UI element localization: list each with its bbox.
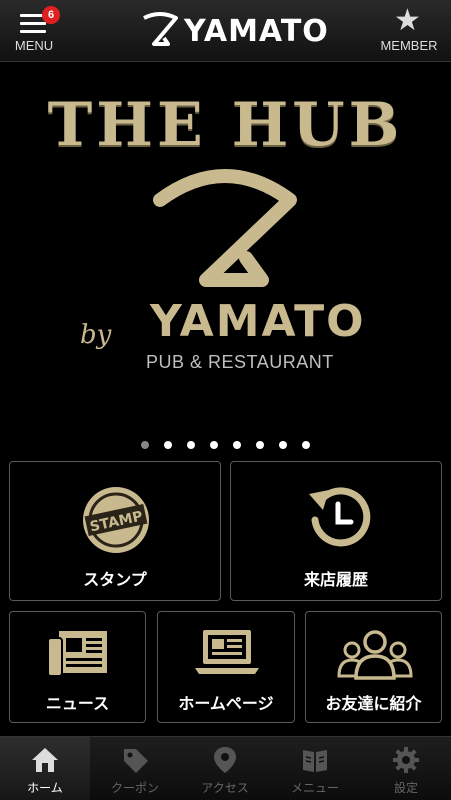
- map-pin-icon: [214, 747, 236, 773]
- hero-subtitle: PUB & RESTAURANT: [146, 352, 334, 372]
- tab-settings[interactable]: 設定: [361, 737, 451, 800]
- laptop-icon: [195, 630, 259, 674]
- tab-home[interactable]: ホーム: [0, 737, 90, 800]
- stamp-label: スタンプ: [83, 570, 147, 589]
- carousel-dot[interactable]: [209, 441, 218, 449]
- stamp-icon: STAMP: [83, 487, 149, 553]
- yamato-emblem-icon: [153, 169, 297, 287]
- member-button[interactable]: ★ MEMBER: [372, 6, 446, 56]
- star-icon: ★: [394, 3, 421, 38]
- invite-friend-label: お友達に紹介: [325, 694, 422, 713]
- tab-access[interactable]: アクセス: [180, 737, 270, 800]
- homepage-label: ホームページ: [178, 694, 274, 713]
- bottom-tab-bar: ホーム クーポン アクセス メニュー 設定: [0, 736, 451, 800]
- tab-home-label: ホーム: [27, 781, 63, 795]
- tab-settings-label: 設定: [393, 781, 418, 795]
- friends-icon: [337, 630, 413, 680]
- carousel-dot[interactable]: [186, 441, 195, 449]
- menu-button[interactable]: 6 MENU: [8, 6, 60, 56]
- newspaper-icon: [47, 629, 109, 677]
- member-label: MEMBER: [380, 38, 438, 53]
- tab-access-label: アクセス: [201, 781, 249, 795]
- hero-brand: YAMATO: [150, 296, 366, 347]
- news-label: ニュース: [45, 694, 110, 713]
- yamato-logo: YAMATO: [140, 10, 328, 52]
- hero-title: THE HUB: [47, 90, 404, 160]
- home-icon: [32, 748, 58, 772]
- logo-text: YAMATO: [184, 14, 329, 49]
- carousel-dots: [0, 434, 451, 453]
- carousel-dot[interactable]: [233, 441, 242, 449]
- book-icon: [303, 750, 327, 772]
- tab-coupon[interactable]: クーポン: [90, 737, 180, 800]
- hero-by: by: [80, 320, 112, 350]
- carousel-dot[interactable]: [302, 441, 311, 449]
- carousel-dot[interactable]: [279, 441, 288, 449]
- gear-icon: [393, 747, 419, 773]
- tag-icon: [124, 749, 148, 773]
- invite-friend-tile[interactable]: お友達に紹介: [305, 611, 442, 723]
- tab-coupon-label: クーポン: [110, 781, 159, 795]
- tab-menu-label: メニュー: [290, 781, 339, 795]
- hero-banner[interactable]: THE HUB by YAMATO PUB & RESTAURANT: [0, 62, 451, 457]
- carousel-dot[interactable]: [256, 441, 265, 449]
- visit-history-label: 来店履歴: [303, 570, 368, 589]
- app-header: 6 MENU YAMATO ★ MEMBER: [0, 0, 451, 62]
- news-tile[interactable]: ニュース: [9, 611, 146, 723]
- homepage-tile[interactable]: ホームページ: [157, 611, 295, 723]
- carousel-dot[interactable]: [163, 441, 172, 449]
- history-icon: [309, 487, 371, 547]
- carousel-dot[interactable]: [140, 441, 149, 449]
- menu-label: MENU: [14, 38, 54, 53]
- visit-history-tile[interactable]: 来店履歴: [230, 461, 442, 601]
- yamato-mark-icon: [143, 12, 178, 46]
- tab-menu[interactable]: メニュー: [270, 737, 360, 800]
- stamp-tile[interactable]: STAMP スタンプ: [9, 461, 221, 601]
- notification-badge: 6: [42, 6, 60, 24]
